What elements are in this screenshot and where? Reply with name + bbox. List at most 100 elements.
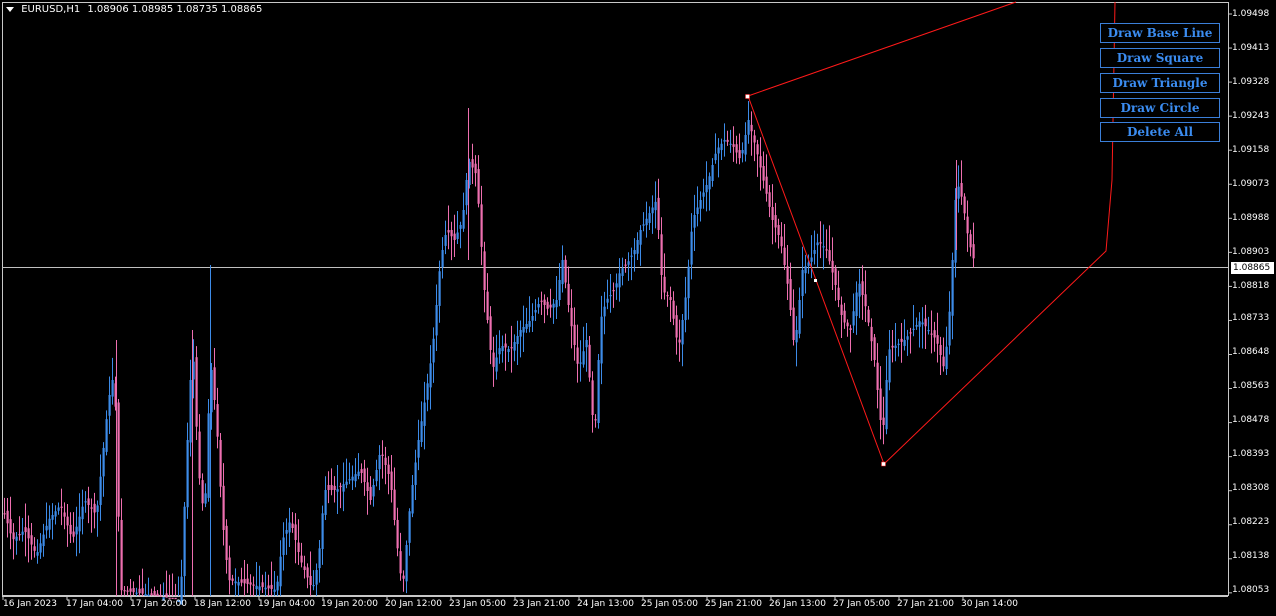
bull-candle — [258, 586, 261, 591]
bear-candle — [840, 304, 843, 315]
bear-candle — [735, 144, 738, 153]
bear-candle — [489, 316, 492, 350]
bull-candle — [465, 180, 468, 206]
bear-candle — [402, 575, 405, 579]
bear-candle — [69, 524, 72, 535]
bear-candle — [120, 519, 123, 591]
draw-square-button[interactable]: Draw Square — [1100, 48, 1220, 68]
bull-candle — [375, 470, 378, 482]
bear-candle — [213, 367, 216, 400]
bull-candle — [693, 215, 696, 228]
bear-candle — [297, 542, 300, 552]
bull-candle — [795, 330, 798, 343]
bear-candle — [450, 229, 453, 237]
bull-candle — [378, 455, 381, 470]
bear-candle — [567, 283, 570, 305]
price-tick: 1.08733 — [1232, 313, 1270, 323]
bull-candle — [189, 380, 192, 443]
bear-candle — [399, 551, 402, 574]
bear-candle — [156, 593, 159, 597]
bear-candle — [768, 192, 771, 207]
bear-candle — [825, 249, 828, 251]
bull-candle — [354, 474, 357, 482]
bull-candle — [945, 346, 948, 369]
bear-candle — [390, 471, 393, 490]
bear-candle — [966, 216, 969, 234]
bear-candle — [546, 301, 549, 309]
drawing-anchor-point — [814, 279, 817, 282]
price-tick: 1.08563 — [1232, 381, 1270, 391]
bull-candle — [717, 147, 720, 154]
bear-candle — [870, 326, 873, 342]
bear-candle — [588, 344, 591, 378]
bear-candle — [543, 299, 546, 305]
bear-candle — [669, 297, 672, 300]
bear-candle — [396, 519, 399, 549]
draw-circle-button[interactable]: Draw Circle — [1100, 98, 1220, 118]
bull-candle — [852, 311, 855, 326]
price-tick: 1.08138 — [1232, 551, 1270, 561]
drawing-anchor-point — [745, 94, 750, 99]
bull-candle — [741, 150, 744, 154]
draw-triangle-button[interactable]: Draw Triangle — [1100, 73, 1220, 93]
delete-all-button[interactable]: Delete All — [1100, 122, 1220, 142]
bull-candle — [561, 260, 564, 285]
bear-candle — [126, 590, 129, 592]
bull-candle — [525, 324, 528, 329]
bear-candle — [201, 480, 204, 504]
bear-candle — [849, 328, 852, 330]
bear-candle — [477, 169, 480, 204]
bull-candle — [324, 490, 327, 515]
time-tick: 19 Jan 04:00 — [258, 599, 315, 609]
bull-candle — [642, 224, 645, 226]
drawing-anchor-point — [881, 461, 886, 467]
bear-candle — [846, 322, 849, 327]
bear-candle — [30, 535, 33, 545]
bear-candle — [300, 555, 303, 563]
bull-candle — [444, 235, 447, 246]
ohlc-values: 1.08906 1.08985 1.08735 1.08865 — [87, 4, 263, 15]
bull-candle — [636, 240, 639, 254]
bull-candle — [459, 225, 462, 229]
draw-base-line-button[interactable]: Draw Base Line — [1100, 23, 1220, 43]
bear-candle — [123, 590, 126, 592]
bull-candle — [264, 587, 267, 590]
bear-candle — [153, 590, 156, 596]
bear-candle — [933, 330, 936, 338]
bull-candle — [435, 305, 438, 336]
time-tick: 27 Jan 21:00 — [897, 599, 954, 609]
bull-candle — [627, 261, 630, 265]
bear-candle — [864, 294, 867, 307]
bull-candle — [957, 186, 960, 199]
bear-candle — [765, 176, 768, 194]
bear-candle — [750, 124, 753, 132]
bear-candle — [27, 528, 30, 539]
bear-candle — [660, 234, 663, 275]
bull-candle — [684, 297, 687, 321]
bear-candle — [129, 588, 132, 592]
bear-candle — [666, 295, 669, 297]
bull-candle — [888, 349, 891, 383]
dropdown-arrow-icon[interactable] — [6, 6, 14, 12]
bull-candle — [654, 201, 657, 211]
bull-candle — [186, 440, 189, 508]
bear-candle — [549, 304, 552, 308]
bull-candle — [531, 316, 534, 321]
symbol-name: EURUSD,H1 — [21, 4, 81, 15]
bear-candle — [333, 485, 336, 490]
bull-candle — [615, 283, 618, 288]
bear-candle — [3, 513, 6, 515]
bear-candle — [12, 532, 15, 540]
bull-candle — [855, 292, 858, 317]
bull-candle — [315, 570, 318, 585]
bear-candle — [783, 247, 786, 265]
bear-candle — [969, 234, 972, 248]
bear-candle — [471, 159, 474, 168]
bull-candle — [804, 266, 807, 274]
bull-candle — [714, 153, 717, 161]
bear-candle — [831, 260, 834, 273]
price-chart[interactable] — [0, 0, 1276, 616]
bear-candle — [753, 135, 756, 143]
bear-candle — [387, 464, 390, 474]
bear-candle — [60, 506, 63, 508]
